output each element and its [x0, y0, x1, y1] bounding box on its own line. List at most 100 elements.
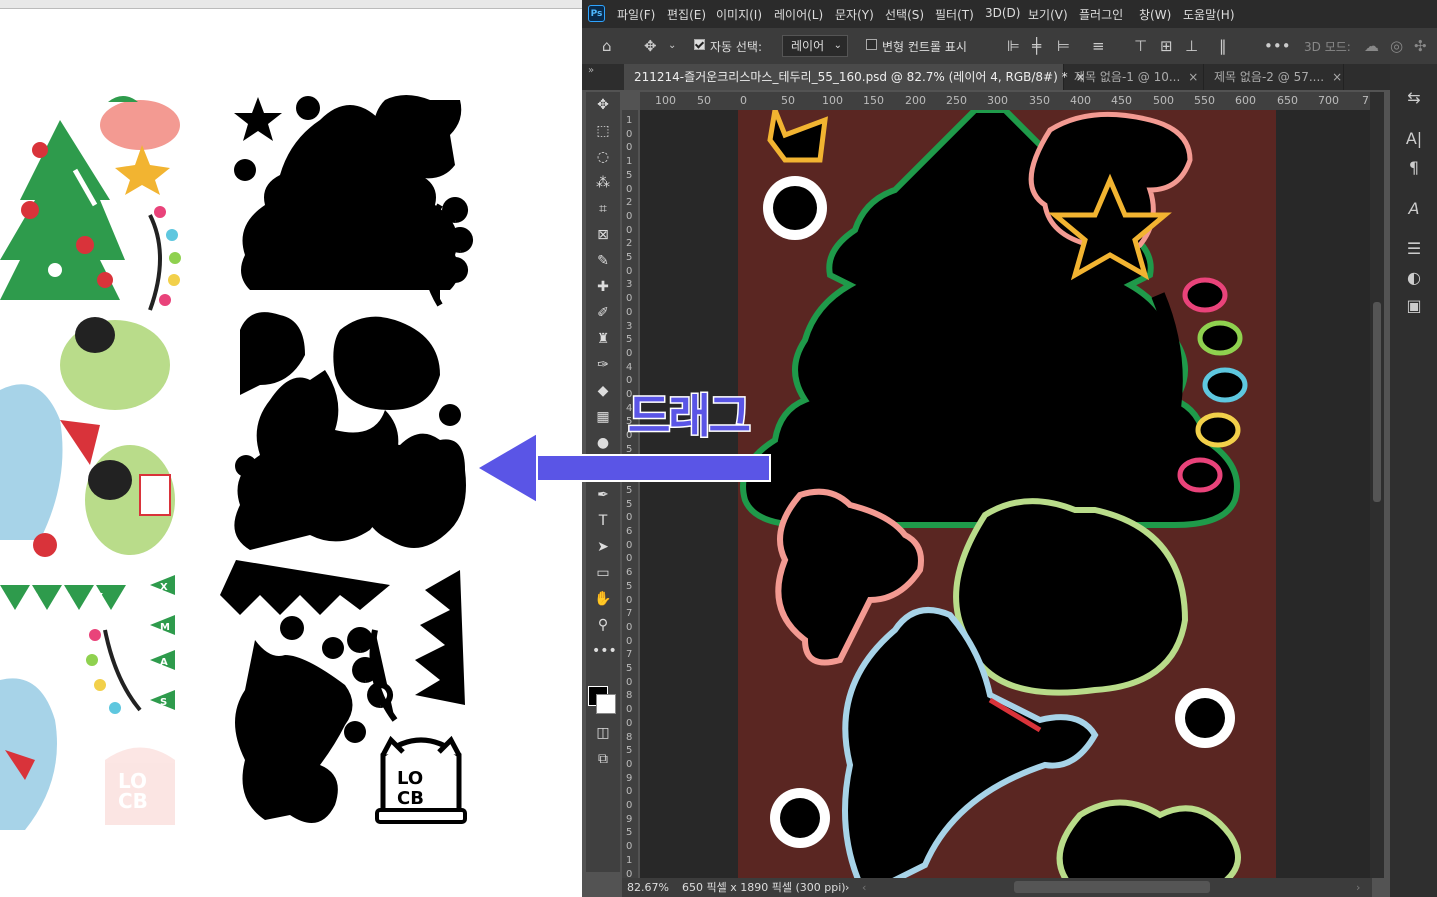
green-dog-sweater-sticker [85, 445, 175, 555]
menu-image[interactable]: 이미지(I) [716, 6, 762, 23]
history-panel-icon[interactable]: ⇆ [1402, 86, 1426, 110]
tab-document-main[interactable]: 211214-즐거운크리스마스_테두리_55_160.psd @ 82.7% (… [624, 64, 1086, 90]
menu-filter[interactable]: 필터(T) [935, 6, 974, 23]
ruler-label: 2 [626, 197, 633, 209]
eraser-tool-icon[interactable]: ◆ [592, 380, 614, 402]
vertical-ruler: 1001502002503003504004505005506006507007… [622, 110, 638, 878]
tab-untitled-2[interactable]: 제목 없음-2 @ 57.... × [1204, 64, 1344, 90]
auto-select-label: 자동 선택: [710, 40, 763, 54]
brush-tool-icon[interactable]: ✐ [592, 302, 614, 324]
ruler-label: 4 [626, 361, 633, 373]
history-brush-tool-icon[interactable]: ✑ [592, 354, 614, 376]
quick-mask-icon[interactable]: ◫ [592, 722, 614, 744]
align-bottom-icon[interactable]: ⊥ [1185, 37, 1198, 55]
scrollbar-thumb[interactable] [1373, 302, 1381, 502]
magic-wand-tool-icon[interactable]: ⁂ [592, 172, 614, 194]
gold-star-sticker [115, 145, 170, 195]
crop-tool-icon[interactable]: ⌗ [592, 198, 614, 220]
chevron-down-icon[interactable]: ⌄ [668, 37, 676, 55]
move-tool-icon[interactable]: ✥ [592, 94, 614, 116]
align-top-icon[interactable]: ⊤ [1134, 37, 1147, 55]
transform-controls-checkbox[interactable] [866, 39, 877, 50]
ruler-label: 150 [863, 94, 884, 107]
eyedropper-tool-icon[interactable]: ✎ [592, 250, 614, 272]
gradient-tool-icon[interactable]: ▦ [592, 406, 614, 428]
path-selection-tool-icon[interactable]: ➤ [592, 536, 614, 558]
close-icon[interactable]: × [1332, 70, 1342, 84]
more-options-icon[interactable]: ••• [1264, 37, 1291, 55]
type-tool-icon[interactable]: T [592, 510, 614, 532]
align-right-icon[interactable]: ⊨ [1057, 37, 1070, 55]
menu-edit[interactable]: 편집(E) [667, 6, 706, 23]
rectangle-tool-icon[interactable]: ▭ [592, 562, 614, 584]
menu-layer[interactable]: 레이어(L) [774, 6, 823, 23]
move-tool-icon[interactable]: ✥ [644, 37, 657, 55]
zoom-readout[interactable]: 82.67% [627, 878, 669, 897]
ruler-label: 0 [626, 210, 633, 222]
more-tools-icon[interactable]: ••• [592, 640, 617, 662]
lasso-tool-icon[interactable]: ◌ [592, 146, 614, 168]
panel-collapse-icon[interactable]: » [588, 65, 594, 76]
align-center-icon[interactable]: ╪ [1032, 37, 1041, 55]
properties-panel-icon[interactable]: ☰ [1402, 237, 1426, 261]
paragraph-panel-icon[interactable]: ¶ [1402, 156, 1426, 180]
ruler-label: 9 [626, 772, 633, 784]
menu-select[interactable]: 선택(S) [885, 6, 924, 23]
ruler-label: 0 [626, 224, 633, 236]
healing-brush-tool-icon[interactable]: ✚ [592, 276, 614, 298]
marquee-tool-icon[interactable]: ⬚ [592, 120, 614, 142]
ruler-label: 1 [626, 156, 633, 168]
menu-file[interactable]: 파일(F) [617, 6, 655, 23]
blur-tool-icon[interactable]: ● [592, 432, 614, 454]
photoshop-logo-icon: Ps [588, 5, 605, 22]
auto-select-checkbox[interactable] [694, 39, 705, 50]
ruler-label: 0 [626, 717, 633, 729]
pen-tool-icon[interactable]: ✒ [592, 484, 614, 506]
menu-type[interactable]: 문자(Y) [835, 6, 874, 23]
chevron-left-icon[interactable]: ‹ [862, 878, 866, 897]
horizontal-scrollbar-thumb[interactable] [1014, 881, 1210, 893]
tab-untitled-1[interactable]: 제목 없음-1 @ 10... × [1064, 64, 1204, 90]
glyphs-panel-icon[interactable]: A [1402, 197, 1426, 221]
menu-3d[interactable]: 3D(D) [985, 6, 1020, 20]
align-middle-icon[interactable]: ⊞ [1160, 37, 1173, 55]
libraries-panel-icon[interactable]: ▣ [1402, 294, 1426, 318]
drag-annotation-label: 드래그 [627, 388, 753, 445]
3d-roll-icon[interactable]: ◎ [1390, 37, 1403, 55]
ruler-label: 8 [626, 690, 633, 702]
green-dog-2-outline-shape [1056, 799, 1241, 878]
close-icon[interactable]: × [1188, 70, 1198, 84]
chevron-right-icon[interactable]: › [845, 878, 849, 897]
vertical-scrollbar[interactable] [1370, 92, 1384, 878]
ruler-label: 0 [626, 347, 633, 359]
menu-plugins[interactable]: 플러그인 [1079, 6, 1123, 23]
align-left-icon[interactable]: ⊫ [1007, 37, 1020, 55]
document-canvas[interactable] [640, 110, 1370, 878]
chevron-right-icon[interactable]: › [1356, 878, 1360, 897]
menu-view[interactable]: 보기(V) [1028, 6, 1068, 23]
ruler-label: 7 [1362, 94, 1369, 107]
background-color-swatch[interactable] [596, 694, 616, 714]
ruler-label: 0 [626, 635, 633, 647]
xmas-flags-sticker: X M A S [150, 575, 175, 710]
adjustments-panel-icon[interactable]: ◐ [1402, 266, 1426, 290]
sticker-artwork: R R Y X M A S LO CB LO CB [0, 95, 474, 830]
screen-mode-icon[interactable]: ⧉ [592, 748, 614, 770]
blue-cat-sticker [0, 384, 100, 557]
3d-pan-icon[interactable]: ✣ [1414, 37, 1427, 55]
character-panel-icon[interactable]: A| [1402, 127, 1426, 151]
menu-window[interactable]: 창(W) [1139, 6, 1171, 23]
banner-flags-sticker: R R Y [0, 585, 126, 610]
flag-letter: R [30, 591, 39, 605]
ruler-label: 0 [626, 676, 633, 688]
layer-select-dropdown[interactable]: 레이어 ⌄ [782, 35, 848, 57]
frame-tool-icon[interactable]: ⊠ [592, 224, 614, 246]
distribute-icon[interactable]: ≡ [1092, 37, 1105, 55]
menu-help[interactable]: 도움말(H) [1183, 6, 1235, 23]
distribute-vertical-icon[interactable]: ‖ [1219, 37, 1227, 55]
3d-orbit-icon[interactable]: ☁ [1364, 37, 1379, 55]
zoom-tool-icon[interactable]: ⚲ [592, 614, 614, 636]
home-icon[interactable]: ⌂ [602, 37, 612, 55]
stamp-tool-icon[interactable]: ♜ [592, 328, 614, 350]
hand-tool-icon[interactable]: ✋ [592, 588, 614, 610]
